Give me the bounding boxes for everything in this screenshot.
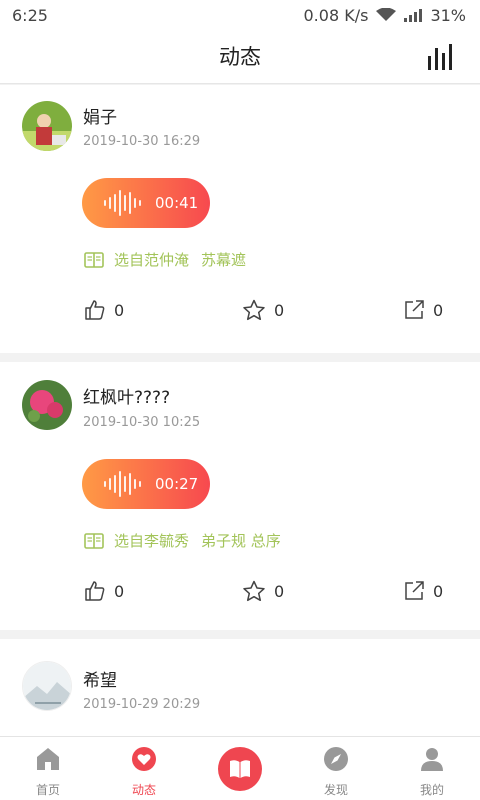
book-icon: [84, 251, 104, 268]
star-icon: [243, 580, 265, 602]
nav-discover-label: 发现: [323, 783, 348, 797]
nav-discover[interactable]: 发现: [296, 737, 376, 800]
page-title: 动态: [219, 45, 261, 69]
signal-icon: [404, 8, 423, 22]
share-icon: [405, 581, 424, 600]
like-count: 0: [114, 581, 125, 601]
share-button[interactable]: 0: [403, 580, 443, 602]
compass-icon: [324, 747, 348, 771]
nav-home[interactable]: 首页: [8, 737, 88, 800]
thumbs-up-icon: [85, 581, 105, 601]
voice-play-button[interactable]: 00:41: [82, 178, 210, 228]
post-actions: 0 0 0: [0, 299, 480, 327]
voice-duration: 00:41: [155, 194, 199, 212]
share-button[interactable]: 0: [403, 299, 443, 321]
source-link[interactable]: 选自范仲淹 苏幕遮: [84, 249, 246, 270]
voice-duration: 00:27: [155, 475, 199, 493]
post-card[interactable]: 希望 2019-10-29 20:29: [0, 639, 480, 736]
post-timestamp: 2019-10-30 10:25: [83, 415, 201, 430]
voice-play-button[interactable]: 00:27: [82, 459, 210, 509]
username: 娟子: [83, 108, 117, 128]
post-actions: 0 0 0: [0, 580, 480, 608]
status-bar: 6:25 0.08 K/s 31%: [0, 0, 480, 30]
source-link[interactable]: 选自李毓秀 弟子规 总序: [84, 530, 281, 551]
book-icon: [230, 760, 250, 778]
nav-profile[interactable]: 我的: [392, 737, 472, 800]
source-author: 选自范仲淹: [114, 251, 190, 269]
status-time: 6:25: [12, 5, 48, 25]
person-icon: [421, 748, 443, 771]
nav-feed-label: 动态: [131, 783, 156, 797]
post-timestamp: 2019-10-29 20:29: [83, 697, 201, 712]
source-title: 弟子规 总序: [201, 532, 281, 550]
source-title: 苏幕遮: [201, 251, 247, 269]
header: 动态: [0, 30, 480, 84]
bar-chart-icon[interactable]: [426, 44, 454, 70]
book-icon: [84, 532, 104, 549]
avatar[interactable]: [22, 101, 72, 151]
share-count: 0: [433, 581, 444, 601]
username: 希望: [83, 671, 117, 691]
wifi-icon: [376, 8, 397, 21]
like-button[interactable]: 0: [84, 299, 124, 321]
username: 红枫叶????: [83, 388, 171, 408]
thumbs-up-icon: [85, 300, 105, 320]
like-count: 0: [114, 300, 125, 320]
share-icon: [405, 300, 424, 319]
center-read-button[interactable]: [218, 747, 262, 791]
favorite-count: 0: [274, 300, 285, 320]
source-author: 选自李毓秀: [114, 532, 190, 550]
favorite-button[interactable]: 0: [242, 299, 284, 321]
share-count: 0: [433, 300, 444, 320]
nav-home-label: 首页: [35, 783, 60, 797]
waveform-icon: [104, 469, 141, 499]
battery-level: 31%: [430, 5, 466, 25]
avatar[interactable]: [22, 380, 72, 430]
nav-profile-label: 我的: [419, 783, 444, 797]
post-timestamp: 2019-10-30 16:29: [83, 134, 201, 149]
post-card[interactable]: 红枫叶???? 2019-10-30 10:25 00:27 选自李毓秀 弟子规…: [0, 362, 480, 630]
star-icon: [243, 299, 265, 321]
nav-feed[interactable]: 动态: [104, 737, 184, 800]
avatar[interactable]: [22, 661, 72, 711]
network-speed: 0.08 K/s: [303, 5, 369, 25]
like-button[interactable]: 0: [84, 580, 124, 602]
feed-list[interactable]: 娟子 2019-10-30 16:29 00:41 选自范仲淹 苏幕遮 0 0 …: [0, 85, 480, 736]
waveform-icon: [104, 188, 141, 218]
favorite-count: 0: [274, 581, 285, 601]
heart-icon: [132, 747, 156, 771]
bottom-nav: 首页 动态 发现 我的: [0, 736, 480, 800]
post-card[interactable]: 娟子 2019-10-30 16:29 00:41 选自范仲淹 苏幕遮 0 0 …: [0, 85, 480, 353]
home-icon: [37, 748, 59, 770]
favorite-button[interactable]: 0: [242, 580, 284, 602]
